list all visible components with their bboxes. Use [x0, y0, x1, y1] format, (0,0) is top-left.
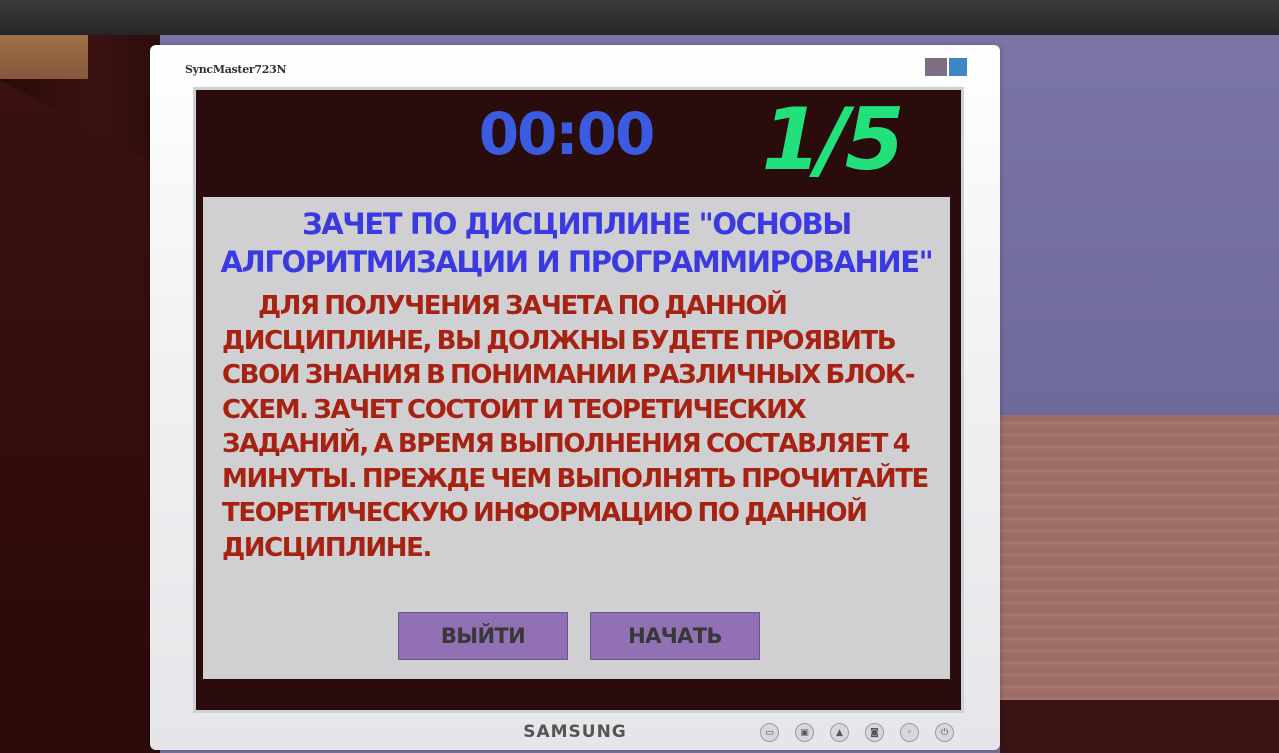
monitor-model-label: SyncMaster723N	[185, 63, 287, 76]
panel-title: ЗАЧЕТ ПО ДИСЦИПЛИНЕ "ОСНОВЫ АЛГОРИТМИЗАЦ…	[220, 207, 934, 279]
monitor: SyncMaster723N 00:00 1/5 ЗАЧЕТ ПО ДИСЦИП…	[150, 45, 1000, 750]
start-button[interactable]: НАЧАТЬ	[590, 612, 760, 660]
input-icon[interactable]: ◦	[900, 723, 919, 742]
timer-display: 00:00	[478, 100, 656, 168]
question-counter: 1/5	[761, 90, 904, 190]
monitor-indicator-icon	[925, 58, 947, 76]
panel-description: ДЛЯ ПОЛУЧЕНИЯ ЗАЧЕТА ПО ДАННОЙ ДИСЦИПЛИН…	[222, 291, 929, 563]
desk-edge	[1000, 700, 1279, 753]
monitor-power-led-icon	[949, 58, 967, 76]
monitor-controls: ▭ ▣ ▲ ◙ ◦ ⏻	[760, 723, 954, 742]
power-icon[interactable]: ⏻	[935, 723, 954, 742]
shelf-box	[0, 35, 88, 79]
source-icon[interactable]: ▣	[795, 723, 814, 742]
monitor-screen: 00:00 1/5 ЗАЧЕТ ПО ДИСЦИПЛИНЕ "ОСНОВЫ АЛ…	[193, 87, 964, 713]
menu-icon[interactable]: ▭	[760, 723, 779, 742]
desk-surface	[1000, 415, 1279, 705]
intro-panel: ЗАЧЕТ ПО ДИСЦИПЛИНЕ "ОСНОВЫ АЛГОРИТМИЗАЦ…	[203, 197, 950, 679]
window-top-bar	[0, 0, 1279, 35]
cabinet	[0, 80, 150, 753]
brightness-icon[interactable]: ▲	[830, 723, 849, 742]
auto-icon[interactable]: ◙	[865, 723, 884, 742]
exit-button[interactable]: ВЫЙТИ	[398, 612, 568, 660]
game-scene: SyncMaster723N 00:00 1/5 ЗАЧЕТ ПО ДИСЦИП…	[0, 0, 1279, 753]
